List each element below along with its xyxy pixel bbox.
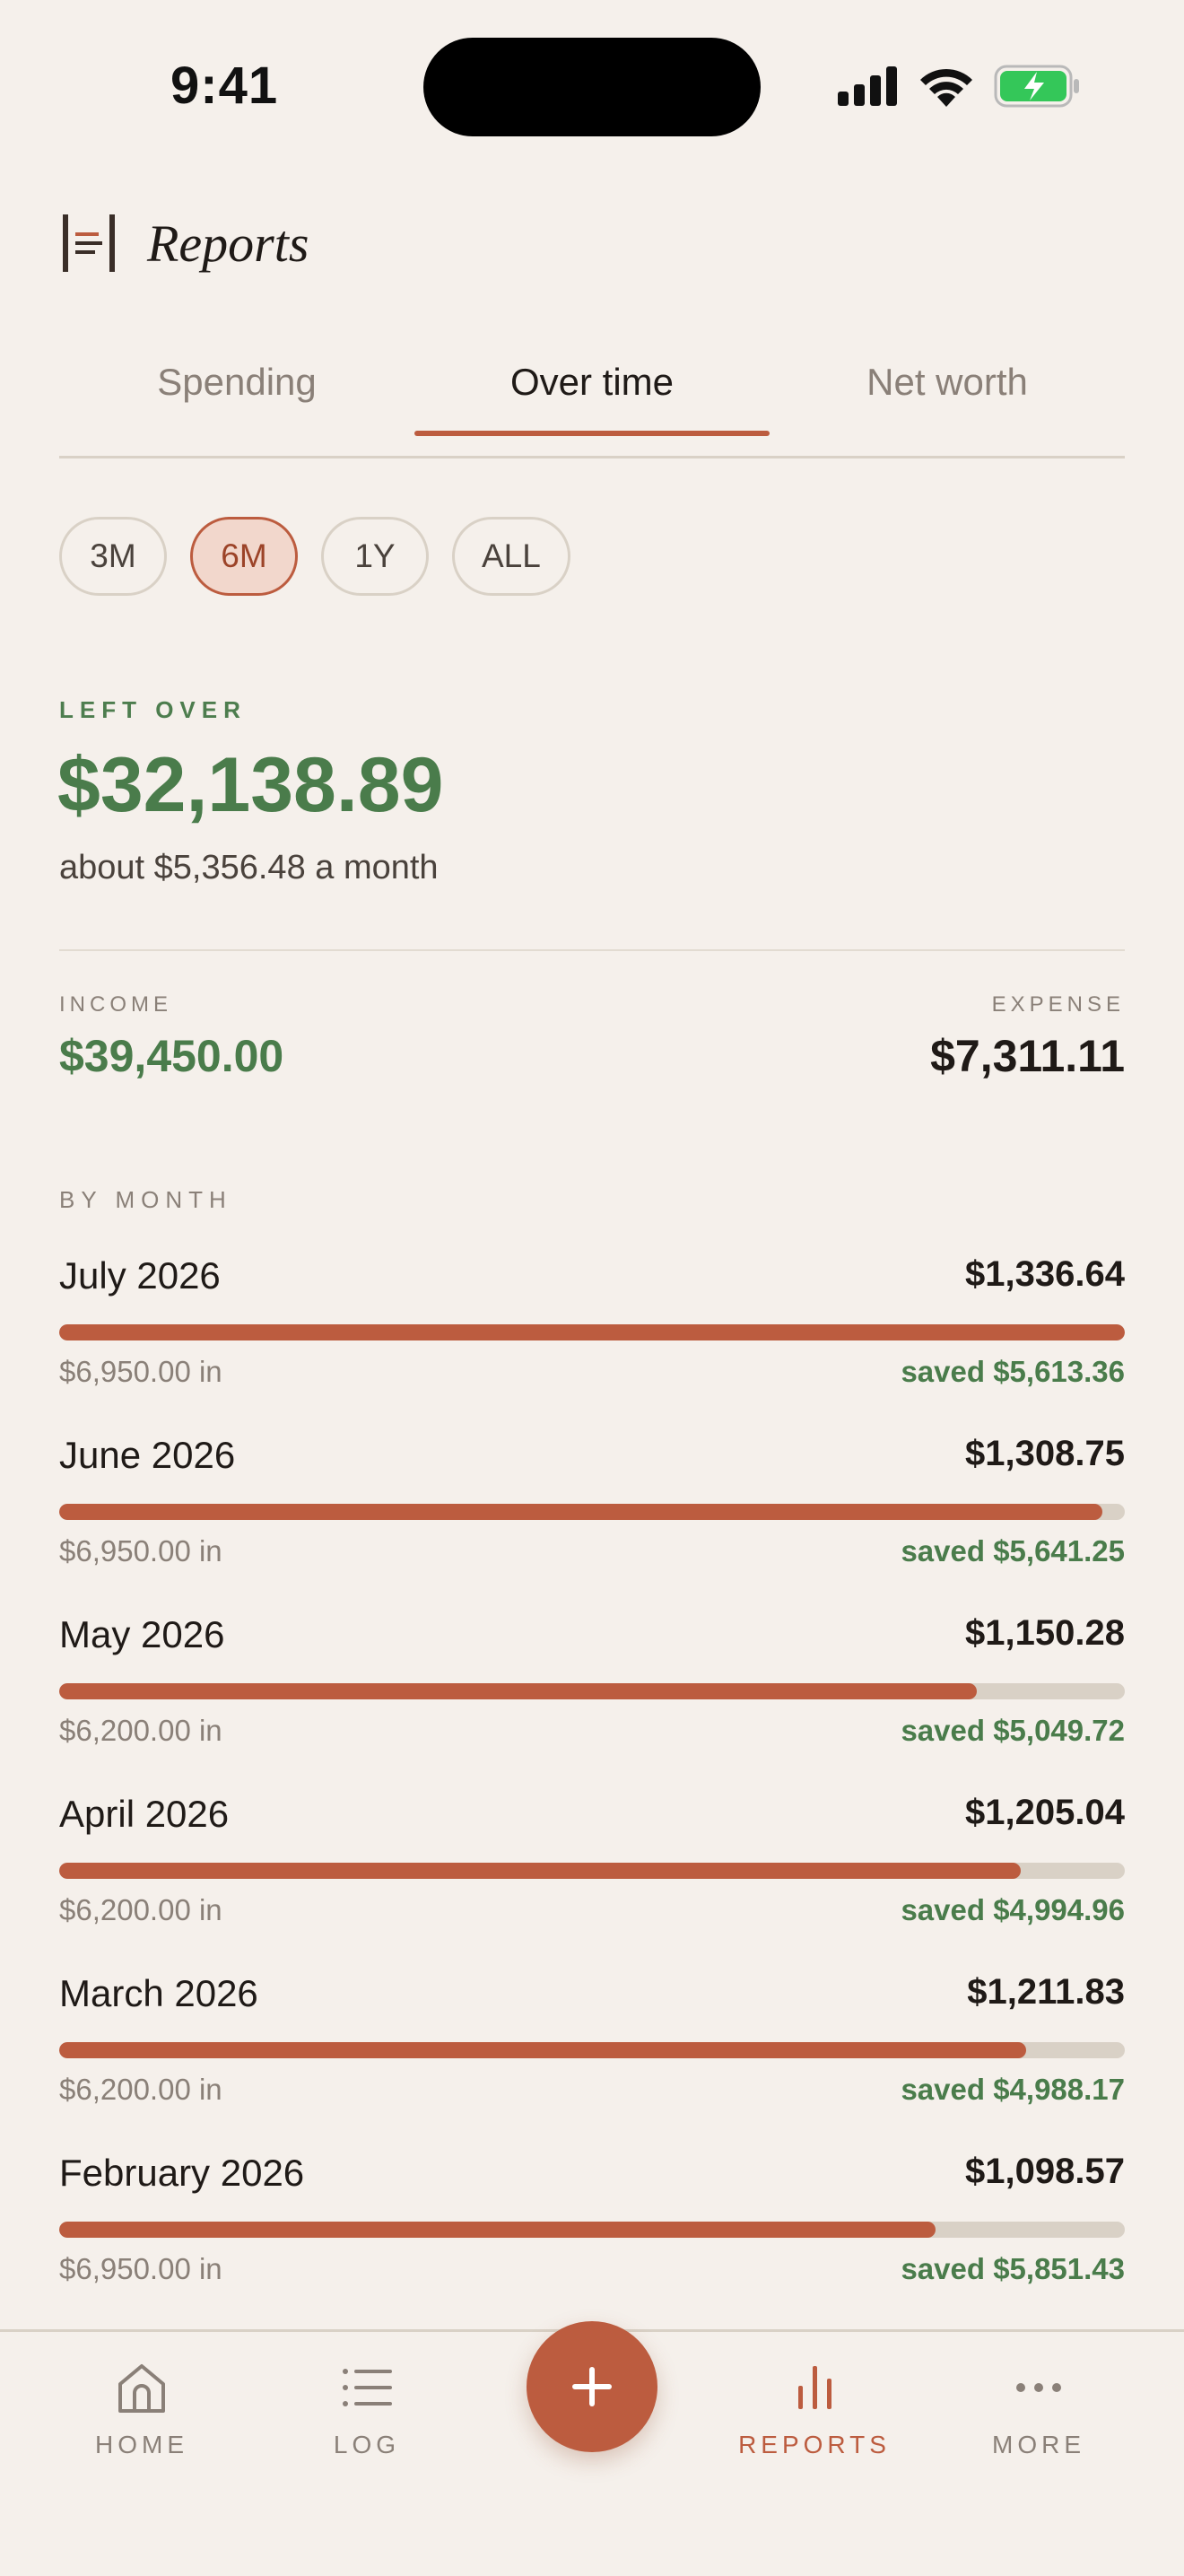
month-saved: saved $5,851.43 [901, 2252, 1125, 2285]
month-spent: $1,308.75 [965, 1434, 1125, 1473]
nav-log[interactable]: LOG [277, 2359, 457, 2459]
left-over-label: LEFT OVER [59, 696, 247, 723]
add-transaction-button[interactable] [527, 2321, 657, 2452]
expense-value: $7,311.11 [930, 1031, 1125, 1081]
month-spend-bar [59, 1683, 1125, 1699]
month-spend-bar-fill [59, 1863, 1021, 1879]
bar-chart-icon [798, 2366, 831, 2409]
month-name: June 2026 [59, 1434, 236, 1476]
month-spend-bar-fill [59, 1324, 1125, 1340]
range-all-chip[interactable]: ALL [452, 517, 570, 596]
month-name: May 2026 [59, 1613, 225, 1655]
month-spent: $1,098.57 [965, 2152, 1125, 2191]
left-over-monthly-average: about $5,356.48 a month [59, 849, 439, 886]
income-label: INCOME [59, 992, 172, 1017]
tab-spending[interactable]: Spending [59, 332, 414, 456]
month-spend-bar [59, 2222, 1125, 2238]
nav-more[interactable]: MORE [949, 2359, 1128, 2459]
month-spent: $1,150.28 [965, 1613, 1125, 1653]
month-spend-bar [59, 2042, 1125, 2058]
month-spend-bar-fill [59, 2222, 936, 2238]
tab-net-worth[interactable]: Net worth [770, 332, 1125, 456]
month-saved: saved $4,988.17 [901, 2073, 1125, 2106]
month-row[interactable]: July 2026 $1,336.64 $6,950.00 in saved $… [59, 1254, 1125, 1434]
tab-over-time[interactable]: Over time [414, 332, 770, 456]
expense-label: EXPENSE [991, 992, 1125, 1017]
month-income: $6,950.00 in [59, 2252, 222, 2285]
nav-more-label: MORE [992, 2431, 1085, 2458]
more-dots-icon [1016, 2383, 1061, 2392]
month-spent: $1,205.04 [965, 1793, 1125, 1832]
month-name: July 2026 [59, 1254, 221, 1297]
month-spend-bar [59, 1504, 1125, 1520]
range-6m-chip[interactable]: 6M [190, 517, 298, 596]
ledger-logo-icon [63, 214, 115, 272]
month-row[interactable]: March 2026 $1,211.83 $6,200.00 in saved … [59, 1972, 1125, 2152]
status-time: 9:41 [170, 57, 279, 115]
range-3m-chip[interactable]: 3M [59, 517, 167, 596]
month-income: $6,200.00 in [59, 2073, 222, 2106]
month-name: February 2026 [59, 2152, 305, 2194]
nav-reports-label: REPORTS [738, 2431, 891, 2458]
month-spend-bar [59, 1324, 1125, 1340]
month-saved: saved $5,049.72 [901, 1714, 1125, 1747]
left-over-value: $32,138.89 [57, 742, 444, 828]
cellular-signal-icon [838, 66, 897, 106]
month-name: March 2026 [59, 1972, 258, 2014]
month-saved: saved $5,613.36 [901, 1355, 1125, 1388]
status-icons [838, 63, 1080, 109]
list-icon [343, 2369, 392, 2406]
month-row[interactable]: February 2026 $1,098.57 $6,950.00 in sav… [59, 2152, 1125, 2331]
by-month-heading: BY MONTH [59, 1186, 232, 1213]
month-spend-bar-fill [59, 1504, 1103, 1520]
month-income: $6,950.00 in [59, 1534, 222, 1567]
wifi-icon [920, 68, 972, 107]
nav-log-label: LOG [333, 2431, 401, 2458]
month-saved: saved $4,994.96 [901, 1893, 1125, 1926]
range-selector: 3M 6M 1Y ALL [59, 517, 570, 596]
plus-icon [572, 2367, 612, 2406]
battery-charging-icon [994, 65, 1079, 108]
bottom-nav: HOME LOG REPORTS MORE [0, 2321, 1184, 2576]
range-1y-chip[interactable]: 1Y [321, 517, 429, 596]
month-saved: saved $5,641.25 [901, 1534, 1125, 1567]
month-list: July 2026 $1,336.64 $6,950.00 in saved $… [59, 1254, 1125, 2331]
month-income: $6,950.00 in [59, 1355, 222, 1388]
month-name: April 2026 [59, 1793, 230, 1835]
report-tabs: Spending Over time Net worth [59, 332, 1125, 458]
status-bar: 9:41 [0, 0, 1184, 170]
nav-reports[interactable]: REPORTS [725, 2359, 904, 2459]
month-row[interactable]: April 2026 $1,205.04 $6,200.00 in saved … [59, 1793, 1125, 1972]
month-income: $6,200.00 in [59, 1714, 222, 1747]
home-icon [118, 2364, 165, 2413]
month-spent: $1,211.83 [967, 1972, 1125, 2012]
month-spend-bar [59, 1863, 1125, 1879]
section-divider [59, 949, 1125, 951]
page-title: Reports [147, 214, 309, 273]
month-spent: $1,336.64 [965, 1254, 1125, 1294]
month-row[interactable]: May 2026 $1,150.28 $6,200.00 in saved $5… [59, 1613, 1125, 1793]
app-header: Reports [59, 203, 309, 284]
month-spend-bar-fill [59, 2042, 1026, 2058]
dynamic-island [423, 38, 761, 136]
income-value: $39,450.00 [59, 1031, 284, 1081]
month-income: $6,200.00 in [59, 1893, 222, 1926]
month-spend-bar-fill [59, 1683, 977, 1699]
nav-home[interactable]: HOME [52, 2359, 231, 2459]
month-row[interactable]: June 2026 $1,308.75 $6,950.00 in saved $… [59, 1434, 1125, 1613]
nav-home-label: HOME [95, 2431, 188, 2458]
